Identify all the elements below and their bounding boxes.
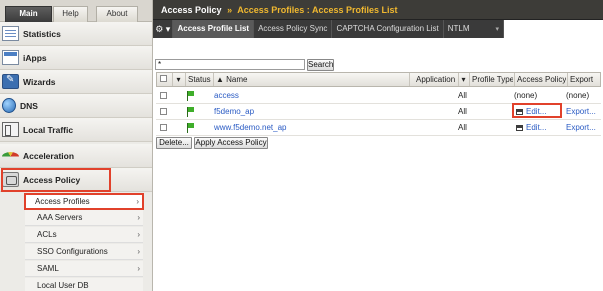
export-link[interactable]: Export... (566, 104, 596, 120)
submenu-label: SSO Configurations (37, 247, 108, 256)
menu-label: Local Traffic (23, 124, 74, 135)
menu-item-iapps[interactable]: iApps (0, 46, 152, 70)
header-application[interactable]: Application (409, 73, 457, 86)
iapps-icon (2, 50, 19, 65)
tab-ntlm-label: NTLM (447, 24, 470, 33)
header-access-policy[interactable]: Access Policy (514, 73, 566, 86)
table-row: access All (none) (none) (156, 88, 601, 104)
menu-label: iApps (23, 52, 47, 63)
edit-label: Edit... (526, 123, 547, 132)
apply-access-policy-button[interactable]: Apply Access Policy (194, 137, 268, 149)
header-name[interactable]: ▲ Name (213, 73, 408, 86)
status-flag-icon (187, 91, 195, 101)
nav-tab-about[interactable]: About (96, 6, 138, 22)
edit-access-policy-link[interactable]: Edit... (516, 120, 546, 136)
breadcrumb-separator: » (227, 5, 233, 15)
chevron-right-icon: › (137, 264, 140, 273)
select-all-header[interactable] (157, 73, 171, 86)
edit-label: Edit... (526, 107, 547, 116)
row-checkbox[interactable] (160, 108, 167, 115)
profile-name-link[interactable]: access (214, 88, 239, 104)
menu-item-local-traffic[interactable]: Local Traffic (0, 118, 152, 142)
wizards-icon (2, 74, 19, 89)
submenu-label: AAA Servers (37, 213, 83, 222)
access-policy-value: (none) (514, 91, 538, 100)
tab-access-policy-sync[interactable]: Access Policy Sync (254, 20, 333, 38)
chevron-right-icon: › (137, 247, 140, 256)
submenu-label: SAML (37, 264, 59, 273)
search-button[interactable]: Search (307, 59, 334, 71)
tab-ntlm[interactable]: NTLM ▾ (444, 20, 504, 38)
profile-name-link[interactable]: www.f5demo.net_ap (214, 120, 287, 136)
statistics-icon (2, 26, 19, 41)
nav-tab-help[interactable]: Help (53, 6, 88, 22)
access-policy-icon (2, 172, 19, 187)
submenu-access-profiles[interactable]: Access Profiles › (24, 193, 144, 210)
table-row: f5demo_ap All Edit... Export... (156, 104, 601, 120)
application-dropdown-icon[interactable]: ▾ (458, 73, 468, 86)
header-status[interactable]: Status (185, 73, 212, 86)
row-checkbox[interactable] (160, 124, 167, 131)
breadcrumb: Access Policy » Access Profiles : Access… (153, 0, 603, 20)
acceleration-gauge-icon (2, 152, 19, 161)
profile-type: All (458, 107, 467, 116)
local-traffic-icon (2, 122, 19, 137)
menu-label: Statistics (23, 28, 61, 39)
header-profile-type[interactable]: Profile Type (469, 73, 513, 86)
submenu-label: ACLs (37, 230, 57, 239)
submenu-label: Local User DB (37, 281, 89, 290)
submenu-acls[interactable]: ACLs › (25, 227, 143, 243)
delete-button[interactable]: Delete... (156, 137, 192, 149)
table-header: ▾ Status ▲ Name Application ▾ Profile Ty… (156, 72, 601, 87)
profile-type: All (458, 123, 467, 132)
menu-label: Access Policy (23, 174, 81, 185)
submenu-sso-configurations[interactable]: SSO Configurations › (25, 244, 143, 260)
status-flag-icon (187, 123, 195, 133)
menu-label: Acceleration (23, 150, 75, 161)
chevron-right-icon: › (137, 230, 140, 239)
tab-access-profile-list[interactable]: Access Profile List (173, 20, 255, 38)
menu-item-acceleration[interactable]: Acceleration (0, 144, 152, 168)
search-input[interactable] (155, 59, 305, 70)
row-checkbox[interactable] (160, 92, 167, 99)
export-value: (none) (566, 91, 590, 100)
edit-access-policy-link[interactable]: Edit... (516, 104, 546, 120)
select-all-checkbox[interactable] (160, 75, 167, 82)
menu-label: DNS (20, 100, 38, 111)
menu-item-wizards[interactable]: Wizards (0, 70, 152, 94)
profile-name-link[interactable]: f5demo_ap (214, 104, 254, 120)
dns-globe-icon (2, 98, 16, 113)
header-export[interactable]: Export (567, 73, 601, 86)
submenu-local-user-db[interactable]: Local User DB (25, 278, 143, 291)
content-tab-bar: ⚙ ▾ Access Profile List Access Policy Sy… (153, 20, 504, 38)
profile-type: All (458, 91, 467, 100)
nav-tab-main[interactable]: Main (5, 6, 52, 22)
policy-edit-icon (516, 109, 523, 115)
gear-icon[interactable]: ⚙ ▾ (153, 20, 174, 38)
nav-tabs: Main Help About (0, 0, 152, 22)
breadcrumb-root[interactable]: Access Policy (161, 5, 222, 15)
sort-menu-icon[interactable]: ▾ (172, 73, 184, 86)
submenu-label: Access Profiles (35, 197, 90, 206)
submenu-saml[interactable]: SAML › (25, 261, 143, 277)
chevron-right-icon: › (136, 197, 139, 206)
chevron-down-icon: ▾ (495, 26, 499, 33)
menu-item-statistics[interactable]: Statistics (0, 22, 152, 46)
status-flag-icon (187, 107, 195, 117)
breadcrumb-current: Access Profiles : Access Profiles List (237, 5, 398, 15)
policy-edit-icon (516, 125, 523, 131)
table-row: www.f5demo.net_ap All Edit... Export... (156, 120, 601, 136)
tab-captcha-configuration-list[interactable]: CAPTCHA Configuration List (332, 20, 444, 38)
submenu-aaa-servers[interactable]: AAA Servers › (25, 210, 143, 226)
chevron-right-icon: › (137, 213, 140, 222)
menu-item-access-policy[interactable]: Access Policy (0, 168, 152, 192)
export-link[interactable]: Export... (566, 120, 596, 136)
menu-label: Wizards (23, 76, 56, 87)
menu-item-dns[interactable]: DNS (0, 94, 152, 118)
